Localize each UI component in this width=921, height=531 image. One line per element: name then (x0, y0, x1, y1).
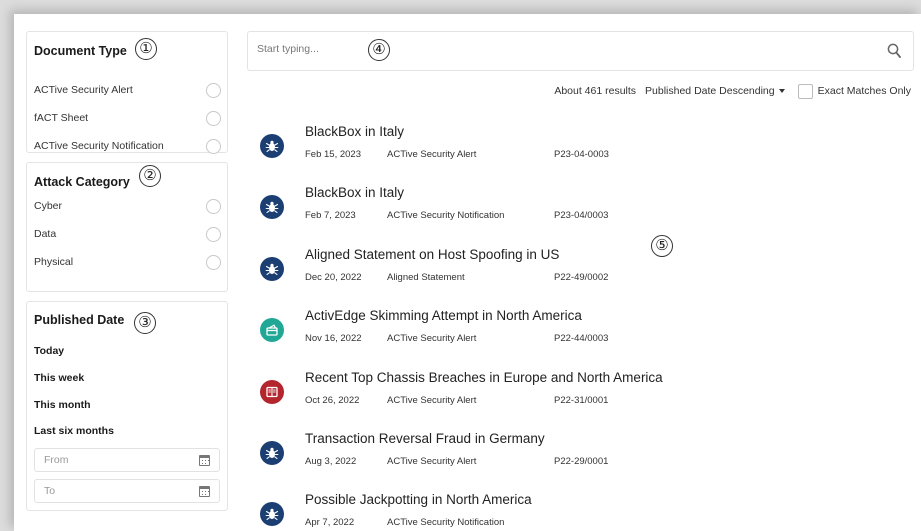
result-title[interactable]: BlackBox in Italy (305, 185, 404, 200)
date-preset-this-month[interactable]: This month (34, 399, 91, 411)
exact-matches-checkbox[interactable] (797, 83, 813, 99)
result-title[interactable]: Transaction Reversal Fraud in Germany (305, 431, 545, 446)
filter-option-active-security-notification[interactable]: ACTive Security Notification (34, 137, 221, 155)
result-code: P23-04/0003 (554, 210, 609, 221)
results-toolbar: About 461 results Published Date Descend… (554, 82, 911, 100)
radio-button[interactable] (206, 82, 221, 98)
result-type: ACTive Security Alert (387, 333, 477, 344)
search-input[interactable] (257, 43, 557, 55)
calendar-icon[interactable] (199, 486, 210, 497)
radio-button[interactable] (206, 198, 221, 214)
search-box[interactable]: ④ (247, 31, 914, 71)
filter-option-fact-sheet[interactable]: fACT Sheet (34, 109, 221, 127)
document-type-filter: Document Type ① ACTive Security Alert fA… (26, 31, 228, 155)
attack-category-filter: Attack Category ② Cyber Data Physical (26, 162, 228, 292)
result-code: P22-49/0002 (554, 272, 609, 283)
result-item[interactable]: Transaction Reversal Fraud in Germany Aug… (260, 431, 820, 475)
annotation-2: ② (139, 165, 161, 187)
radio-button[interactable] (206, 110, 221, 126)
result-type: ACTive Security Alert (387, 456, 477, 467)
bug-icon (260, 195, 284, 219)
from-date-input[interactable]: From (34, 448, 220, 472)
filter-option-data[interactable]: Data (34, 225, 221, 243)
published-date-title: Published Date (34, 313, 125, 327)
document-icon (260, 380, 284, 404)
document-type-title: Document Type (34, 44, 127, 58)
bug-icon (260, 502, 284, 526)
result-item[interactable]: Recent Top Chassis Breaches in Europe an… (260, 370, 820, 414)
radio-button[interactable] (206, 138, 221, 154)
result-item[interactable]: BlackBox in Italy Feb 7, 2023 ACTive Secur… (260, 185, 820, 229)
result-code: P22-44/0003 (554, 333, 609, 344)
result-title[interactable]: Possible Jackpotting in North America (305, 492, 532, 507)
filter-option-cyber[interactable]: Cyber (34, 197, 221, 215)
date-preset-last-six-months[interactable]: Last six months (34, 425, 114, 437)
result-type: Aligned Statement (387, 272, 465, 283)
date-preset-today[interactable]: Today (34, 345, 64, 357)
filter-option-physical[interactable]: Physical (34, 253, 221, 271)
result-item[interactable]: Possible Jackpotting in North America Apr… (260, 492, 820, 531)
date-preset-this-week[interactable]: This week (34, 372, 84, 384)
search-icon[interactable] (887, 43, 901, 59)
annotation-1: ① (135, 38, 157, 60)
annotation-4: ④ (368, 39, 390, 61)
result-date: Nov 16, 2022 (305, 333, 362, 344)
app-frame: Document Type ① ACTive Security Alert fA… (14, 14, 921, 531)
bug-icon (260, 441, 284, 465)
results-count: About 461 results (554, 85, 637, 97)
published-date-filter: Published Date ③ Today This week This mo… (26, 301, 228, 511)
result-date: Feb 15, 2023 (305, 149, 361, 160)
result-item[interactable]: Aligned Statement on Host Spoofing in US… (260, 247, 820, 291)
filter-option-active-security-alert[interactable]: ACTive Security Alert (34, 81, 221, 99)
exact-matches-label: Exact Matches Only (817, 85, 911, 97)
card-icon (260, 318, 284, 342)
annotation-3: ③ (134, 312, 156, 334)
result-type: ACTive Security Notification (387, 210, 505, 221)
radio-button[interactable] (206, 226, 221, 242)
result-title[interactable]: ActivEdge Skimming Attempt in North Amer… (305, 308, 582, 323)
result-code: P23-04-0003 (554, 149, 609, 160)
result-type: ACTive Security Notification (387, 517, 505, 528)
bug-icon (260, 134, 284, 158)
result-title[interactable]: BlackBox in Italy (305, 124, 404, 139)
radio-button[interactable] (206, 254, 221, 270)
result-date: Feb 7, 2023 (305, 210, 356, 221)
result-type: ACTive Security Alert (387, 395, 477, 406)
result-date: Oct 26, 2022 (305, 395, 360, 406)
result-date: Aug 3, 2022 (305, 456, 357, 467)
calendar-icon[interactable] (199, 455, 210, 466)
result-item[interactable]: BlackBox in Italy Feb 15, 2023 ACTive Secu… (260, 124, 820, 168)
result-code: P22-31/0001 (554, 395, 609, 406)
result-date: Apr 7, 2022 (305, 517, 355, 528)
result-code: P22-29/0001 (554, 456, 609, 467)
attack-category-title: Attack Category (34, 175, 130, 189)
sort-dropdown[interactable]: Published Date Descending (645, 85, 785, 97)
to-date-input[interactable]: To (34, 479, 220, 503)
result-title[interactable]: Aligned Statement on Host Spoofing in US (305, 247, 559, 262)
result-title[interactable]: Recent Top Chassis Breaches in Europe an… (305, 370, 663, 385)
chevron-down-icon (778, 89, 785, 93)
result-date: Dec 20, 2022 (305, 272, 362, 283)
bug-icon (260, 257, 284, 281)
result-type: ACTive Security Alert (387, 149, 477, 160)
result-item[interactable]: ActivEdge Skimming Attempt in North Amer… (260, 308, 820, 352)
